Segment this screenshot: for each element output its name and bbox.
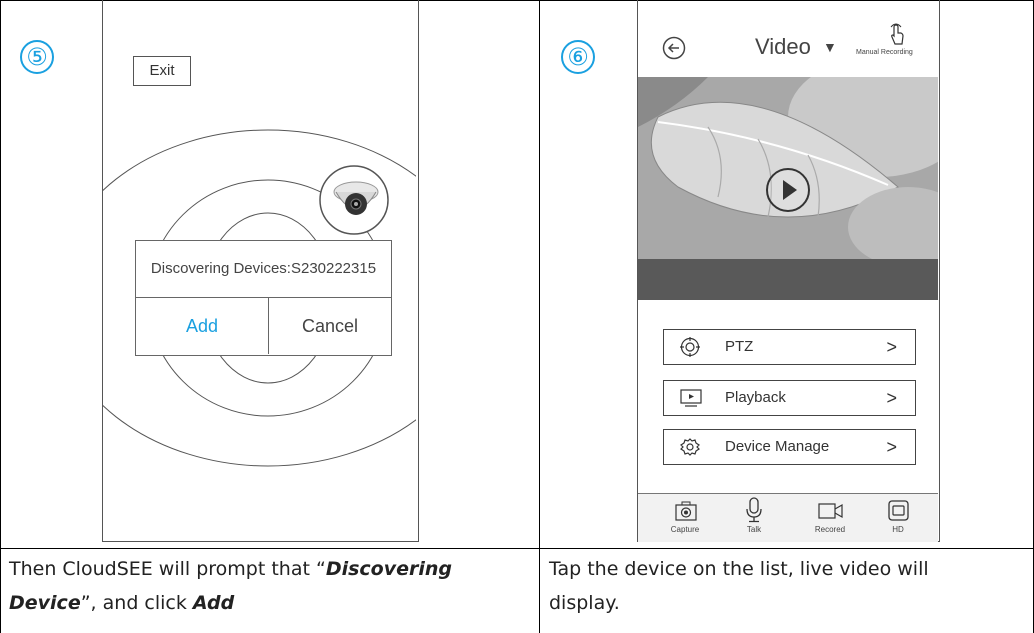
cancel-button[interactable]: Cancel [269, 298, 391, 354]
video-status-bar [638, 259, 938, 300]
play-icon[interactable] [765, 167, 811, 213]
menu-item-label: Device Manage [725, 438, 830, 455]
add-button[interactable]: Add [136, 298, 269, 354]
chevron-right-icon: > [886, 388, 897, 408]
dome-camera-icon [319, 165, 389, 235]
table-middle-border [539, 0, 540, 633]
discovering-dialog: Discovering Devices:S230222315 Add Cance… [135, 240, 392, 356]
menu-item-label: Playback [725, 389, 786, 406]
camera-icon [675, 501, 697, 521]
menu-item-playback[interactable]: Playback > [663, 380, 916, 416]
step-number-6: ⑥ [561, 40, 595, 74]
toolbar-label: Capture [670, 525, 700, 534]
hd-square-icon [888, 500, 909, 521]
chevron-right-icon: > [886, 337, 897, 357]
left-caption: Then CloudSEE will prompt that “Discover… [9, 558, 453, 614]
menu-item-label: PTZ [725, 338, 754, 355]
toolbar-label: Talk [746, 525, 762, 534]
video-camera-icon [818, 503, 843, 519]
menu-item-ptz[interactable]: PTZ > [663, 329, 916, 365]
bottom-toolbar: Capture Talk Recored HD [638, 493, 938, 542]
menu-item-device-manage[interactable]: Device Manage > [663, 429, 916, 465]
manual-recording-label: Manual Recording [856, 49, 913, 56]
live-video-area[interactable] [638, 77, 938, 259]
step-number-5: ⑤ [20, 40, 54, 74]
playback-screen-icon [680, 389, 702, 407]
chevron-right-icon: > [886, 437, 897, 457]
gear-icon [680, 438, 700, 456]
right-caption: Tap the device on the list, live video w… [549, 558, 929, 614]
table-left-border [0, 0, 1, 633]
microphone-icon [746, 497, 762, 523]
ptz-target-icon [680, 337, 700, 357]
dialog-title: Discovering Devices:S230222315 [136, 241, 391, 298]
video-title[interactable]: Video ▼ [755, 34, 837, 60]
exit-button[interactable]: Exit [133, 56, 191, 86]
table-row-divider [0, 548, 1034, 549]
toolbar-label: HD [892, 525, 904, 534]
dropdown-arrow-icon: ▼ [823, 39, 837, 55]
toolbar-label: Recored [814, 525, 846, 534]
back-arrow-icon[interactable] [662, 36, 686, 60]
hand-pointer-icon[interactable] [887, 22, 907, 46]
